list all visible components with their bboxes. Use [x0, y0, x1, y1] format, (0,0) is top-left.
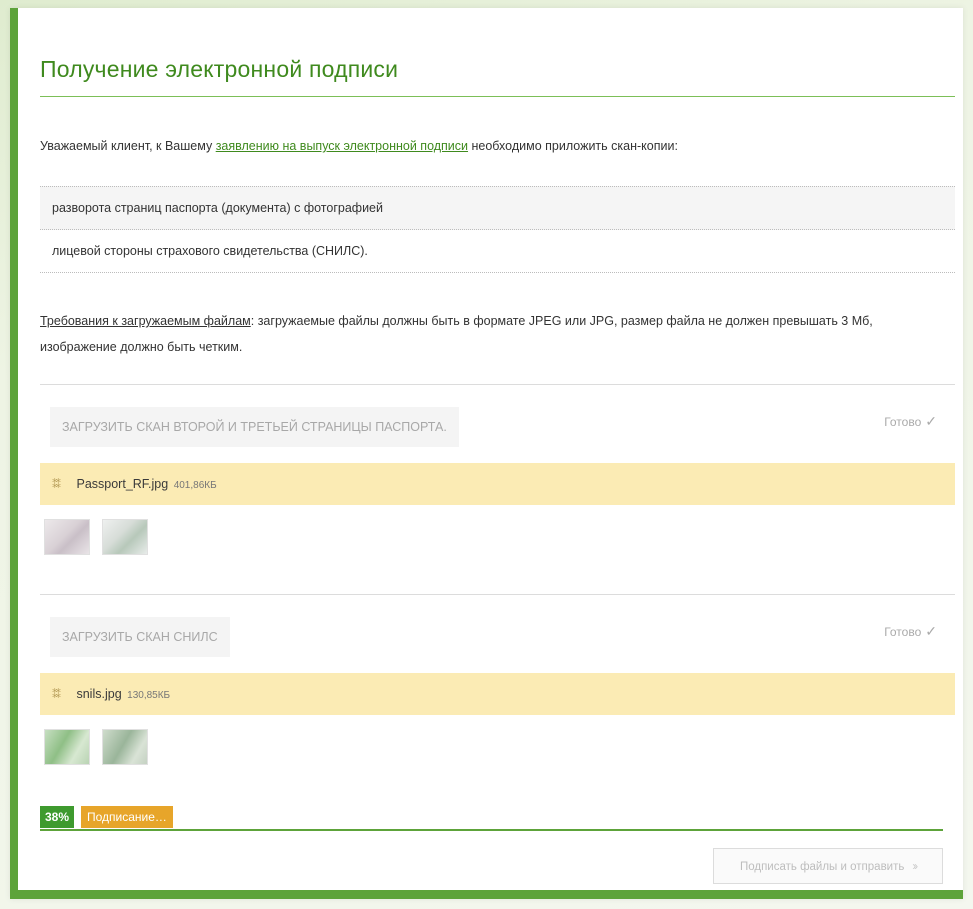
- upload-snils-button[interactable]: ЗАГРУЗИТЬ СКАН СНИЛС: [50, 617, 230, 657]
- check-icon: ✓: [925, 623, 937, 639]
- upload-passport-button[interactable]: ЗАГРУЗИТЬ СКАН ВТОРОЙ И ТРЕТЬЕЙ СТРАНИЦЫ…: [50, 407, 459, 447]
- intro-before: Уважаемый клиент, к Вашему: [40, 139, 216, 153]
- double-chevron-right-icon: ››: [912, 861, 918, 873]
- upload-panel-snils: ЗАГРУЗИТЬ СКАН СНИЛС Готово ✓ ⁑⁑ snils.jp…: [40, 594, 955, 777]
- uploaded-file-row[interactable]: ⁑⁑ Passport_RF.jpg 401,86КБ: [40, 463, 955, 505]
- upload-panel-header: ЗАГРУЗИТЬ СКАН СНИЛС Готово ✓: [40, 595, 955, 673]
- progress-percent-badge: 38%: [40, 806, 75, 828]
- sign-and-send-button[interactable]: Подписать файлы и отправить ››: [713, 848, 943, 884]
- application-link[interactable]: заявлению на выпуск электронной подписи: [216, 139, 468, 153]
- file-requirements: Требования к загружаемым файлам: загружа…: [40, 308, 943, 360]
- uploaded-file-row[interactable]: ⁑⁑ snils.jpg 130,85КБ: [40, 673, 955, 715]
- upload-status: Готово ✓: [884, 623, 937, 640]
- signature-form-panel: Получение электронной подписи Уважаемый …: [10, 8, 963, 899]
- drag-handle-icon[interactable]: ⁑⁑: [52, 689, 61, 701]
- check-icon: ✓: [925, 413, 937, 429]
- upload-panel-header: ЗАГРУЗИТЬ СКАН ВТОРОЙ И ТРЕТЬЕЙ СТРАНИЦЫ…: [40, 385, 955, 463]
- snils-thumbnail-2[interactable]: [102, 729, 148, 765]
- file-name: Passport_RF.jpg: [76, 477, 169, 491]
- file-name: snils.jpg: [76, 687, 122, 701]
- title-divider: [40, 96, 955, 97]
- drag-handle-icon[interactable]: ⁑⁑: [52, 479, 61, 491]
- page-title: Получение электронной подписи: [40, 56, 399, 82]
- passport-thumbnail-1[interactable]: [44, 519, 90, 555]
- signing-status-badge: Подписание…: [81, 806, 173, 828]
- upload-status-label: Готово: [884, 625, 922, 639]
- upload-panel-passport: ЗАГРУЗИТЬ СКАН ВТОРОЙ И ТРЕТЬЕЙ СТРАНИЦЫ…: [40, 384, 955, 567]
- form-content: Получение электронной подписи Уважаемый …: [40, 8, 955, 890]
- file-size: 130,85КБ: [127, 690, 171, 701]
- required-documents-list: разворота страниц паспорта (документа) с…: [40, 186, 955, 273]
- file-thumbnails: [40, 505, 955, 567]
- requirements-label: Требования к загружаемым файлам: [40, 314, 251, 328]
- snils-thumbnail-1[interactable]: [44, 729, 90, 765]
- intro-after: необходимо приложить скан-копии:: [468, 139, 678, 153]
- passport-thumbnail-2[interactable]: [102, 519, 148, 555]
- sign-and-send-label: Подписать файлы и отправить: [739, 861, 905, 873]
- document-item-snils: лицевой стороны страхового свидетельства…: [40, 230, 955, 273]
- upload-status-label: Готово: [884, 415, 922, 429]
- document-item-passport: разворота страниц паспорта (документа) с…: [40, 186, 955, 230]
- intro-text: Уважаемый клиент, к Вашему заявлению на …: [40, 139, 678, 153]
- file-thumbnails: [40, 715, 955, 777]
- file-size: 401,86КБ: [173, 480, 217, 491]
- progress-divider: [40, 829, 943, 831]
- upload-status: Готово ✓: [884, 413, 937, 430]
